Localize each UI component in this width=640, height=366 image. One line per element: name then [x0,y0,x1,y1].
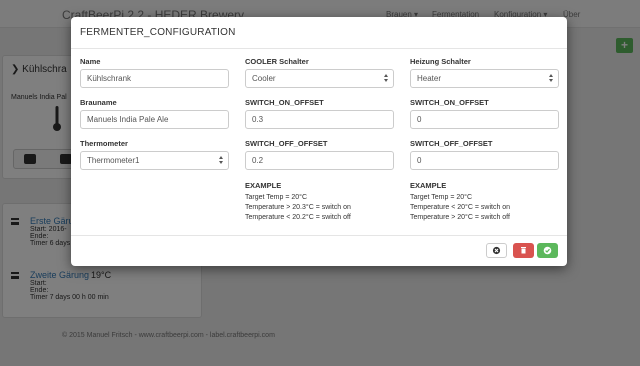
cooler-switch-select[interactable]: Cooler [245,69,394,88]
brew-name-field[interactable]: Manuels India Pale Ale [80,110,229,129]
heater-example-line: Target Temp = 20°C [410,194,473,201]
cooler-off-offset-label: SWITCH_OFF_OFFSET [245,139,328,148]
check-circle-icon [543,246,552,255]
cooler-on-offset-label: SWITCH_ON_OFFSET [245,98,324,107]
save-button[interactable] [537,243,558,258]
heater-on-offset-label: SWITCH_ON_OFFSET [410,98,489,107]
thermometer-label: Thermometer [80,139,128,148]
cooler-on-offset-field[interactable]: 0.3 [245,110,394,129]
close-icon [492,246,501,255]
heater-example-line: Temperature < 20°C = switch on [410,204,511,211]
name-field[interactable]: Kühlschrank [80,69,229,88]
thermometer-select[interactable]: Thermometer1 [80,151,229,170]
cooler-example-title: EXAMPLE [245,181,282,190]
cooler-example-line: Temperature < 20.2°C = switch off [245,214,351,221]
heater-on-offset-field[interactable]: 0 [410,110,559,129]
cooler-example-line: Temperature > 20.3°C = switch on [245,204,351,211]
fermenter-config-modal: FERMENTER_CONFIGURATION Name Kühlschrank… [71,17,567,266]
heater-example-title: EXAMPLE [410,181,447,190]
cooler-off-offset-field[interactable]: 0.2 [245,151,394,170]
heater-switch-select[interactable]: Heater [410,69,559,88]
modal-footer-divider [71,235,567,236]
delete-button[interactable] [513,243,534,258]
heater-switch-label: Heizung Schalter [410,57,471,66]
modal-title: FERMENTER_CONFIGURATION [80,27,236,38]
cooler-switch-label: COOLER Schalter [245,57,309,66]
name-label: Name [80,57,101,66]
brew-name-label: Brauname [80,98,117,107]
modal-header-divider [71,48,567,49]
heater-off-offset-label: SWITCH_OFF_OFFSET [410,139,493,148]
close-button[interactable] [486,243,507,258]
cooler-example-line: Target Temp = 20°C [245,194,308,201]
heater-example-line: Temperature > 20°C = switch off [410,214,510,221]
trash-icon [521,247,526,254]
heater-off-offset-field[interactable]: 0 [410,151,559,170]
